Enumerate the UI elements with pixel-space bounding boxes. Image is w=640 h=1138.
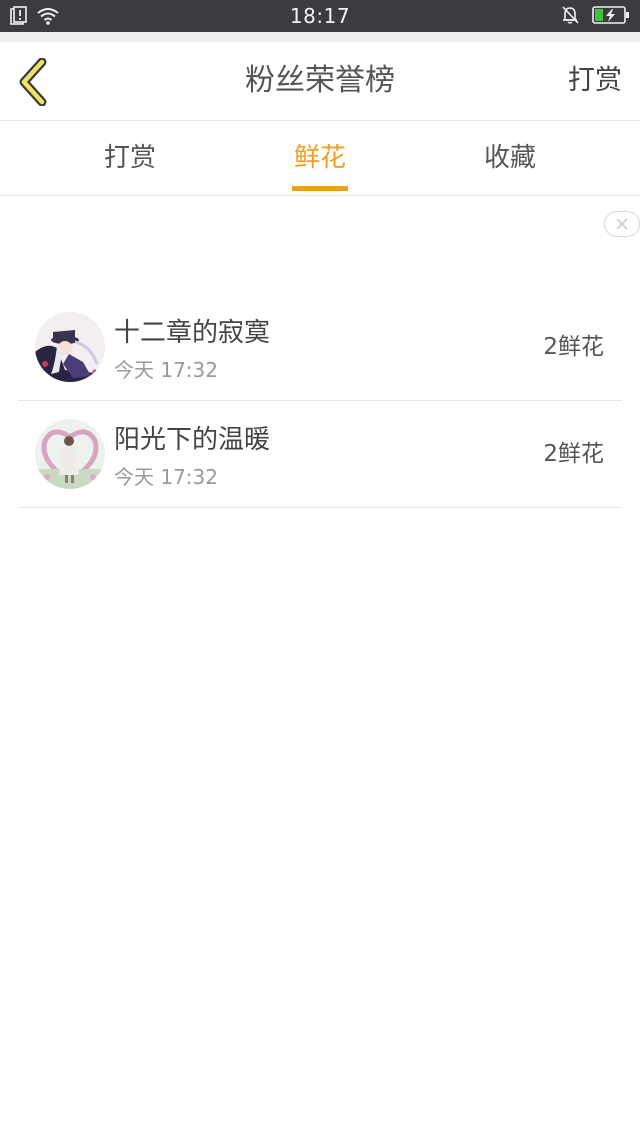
avatar bbox=[35, 312, 105, 382]
flower-count: 2鲜花 bbox=[543, 334, 604, 360]
tab-flowers[interactable]: 鲜花 bbox=[260, 121, 380, 195]
tab-tips[interactable]: 打赏 bbox=[70, 121, 190, 195]
bell-off-icon bbox=[562, 6, 579, 24]
tab-bar: 打赏 鲜花 收藏 bbox=[0, 121, 640, 196]
page-title: 粉丝荣誉榜 bbox=[245, 63, 395, 98]
tab-label: 鲜花 bbox=[293, 143, 346, 173]
timestamp: 今天 17:32 bbox=[114, 465, 218, 489]
tip-button[interactable]: 打赏 bbox=[568, 42, 622, 120]
close-icon bbox=[616, 218, 628, 230]
tab-favorites[interactable]: 收藏 bbox=[450, 121, 570, 195]
top-navigation-bar: 粉丝荣誉榜 打赏 bbox=[0, 42, 640, 121]
timestamp: 今天 17:32 bbox=[114, 358, 218, 382]
list-item[interactable]: 十二章的寂寞 今天 17:32 2鲜花 bbox=[18, 294, 622, 401]
avatar bbox=[35, 419, 105, 489]
tab-label: 收藏 bbox=[483, 143, 536, 173]
status-time: 18:17 bbox=[289, 4, 351, 28]
user-name: 十二章的寂寞 bbox=[114, 318, 271, 348]
list-item[interactable]: 阳光下的温暖 今天 17:32 2鲜花 bbox=[18, 401, 622, 508]
tab-label: 打赏 bbox=[103, 143, 156, 173]
fan-ranking-list: 十二章的寂寞 今天 17:32 2鲜花 阳光下的温暖 今天 17:32 2鲜花 bbox=[18, 294, 622, 508]
status-bar: 18:17 bbox=[0, 0, 640, 32]
status-separator bbox=[0, 32, 640, 42]
battery-charging-icon bbox=[592, 6, 629, 24]
ad-close-button[interactable] bbox=[604, 211, 640, 237]
active-tab-indicator bbox=[292, 186, 348, 191]
user-name: 阳光下的温暖 bbox=[114, 425, 271, 455]
flower-count: 2鲜花 bbox=[543, 441, 604, 467]
